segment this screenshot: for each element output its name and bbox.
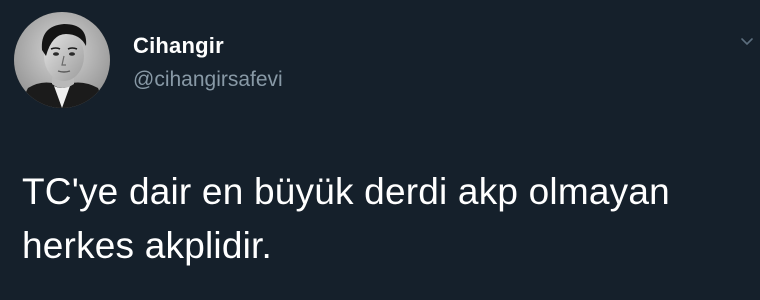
- author-handle[interactable]: @cihangirsafevi: [133, 68, 283, 92]
- author-display-name[interactable]: Cihangir: [133, 33, 224, 59]
- tweet-text-line: TC'ye dair en büyük derdi akp olmayan: [22, 171, 670, 212]
- avatar[interactable]: [14, 12, 110, 108]
- tweet-text: TC'ye dair en büyük derdi akp olmayan he…: [22, 165, 752, 273]
- chevron-down-icon[interactable]: [740, 34, 754, 48]
- tweet-text-line: herkes akplidir.: [22, 225, 272, 266]
- tweet-card: Cihangir @cihangirsafevi TC'ye dair en b…: [0, 0, 760, 300]
- profile-photo-icon: [14, 12, 110, 108]
